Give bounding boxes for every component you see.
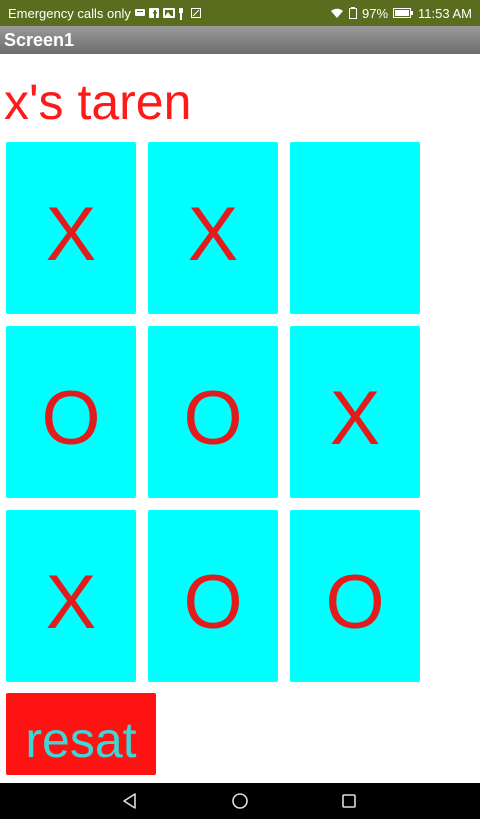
board-cell-5[interactable]: O [148,326,278,498]
board-cell-4[interactable]: O [6,326,136,498]
battery-percent: 97% [362,5,389,21]
board-cell-7[interactable]: X [6,510,136,682]
status-left: Emergency calls only [8,6,201,21]
board-cell-8[interactable]: O [148,510,278,682]
title-bar: Screen1 [0,26,480,54]
home-icon[interactable] [230,791,250,811]
turn-label: x's taren [4,74,192,130]
status-bar: Emergency calls only 97% 11:53 AM [0,0,480,26]
game-board: X X O O X X O O [6,142,420,682]
board-cell-1[interactable]: X [6,142,136,314]
status-right: 97% 11:53 AM [330,6,472,21]
battery-icon [393,8,414,18]
navigation-bar [0,783,480,819]
facebook-icon [148,8,159,18]
message-icon [134,8,145,18]
screen-title: Screen1 [4,30,75,50]
usb-icon [177,8,187,20]
reset-button[interactable]: resat [6,693,156,775]
screenshot-icon [190,8,201,18]
board-cell-3[interactable] [290,142,420,314]
back-icon[interactable] [120,791,140,811]
wifi-icon [330,7,344,19]
board-cell-9[interactable]: O [290,510,420,682]
status-time: 11:53 AM [418,5,472,21]
board-cell-2[interactable]: X [148,142,278,314]
app-screen: Emergency calls only 97% 11:53 AM Screen… [0,0,480,819]
recent-apps-icon[interactable] [339,791,359,811]
gallery-icon [162,8,175,18]
board-cell-6[interactable]: X [290,326,420,498]
carrier-text: Emergency calls only [8,5,131,21]
battery-saver-icon [349,7,357,19]
